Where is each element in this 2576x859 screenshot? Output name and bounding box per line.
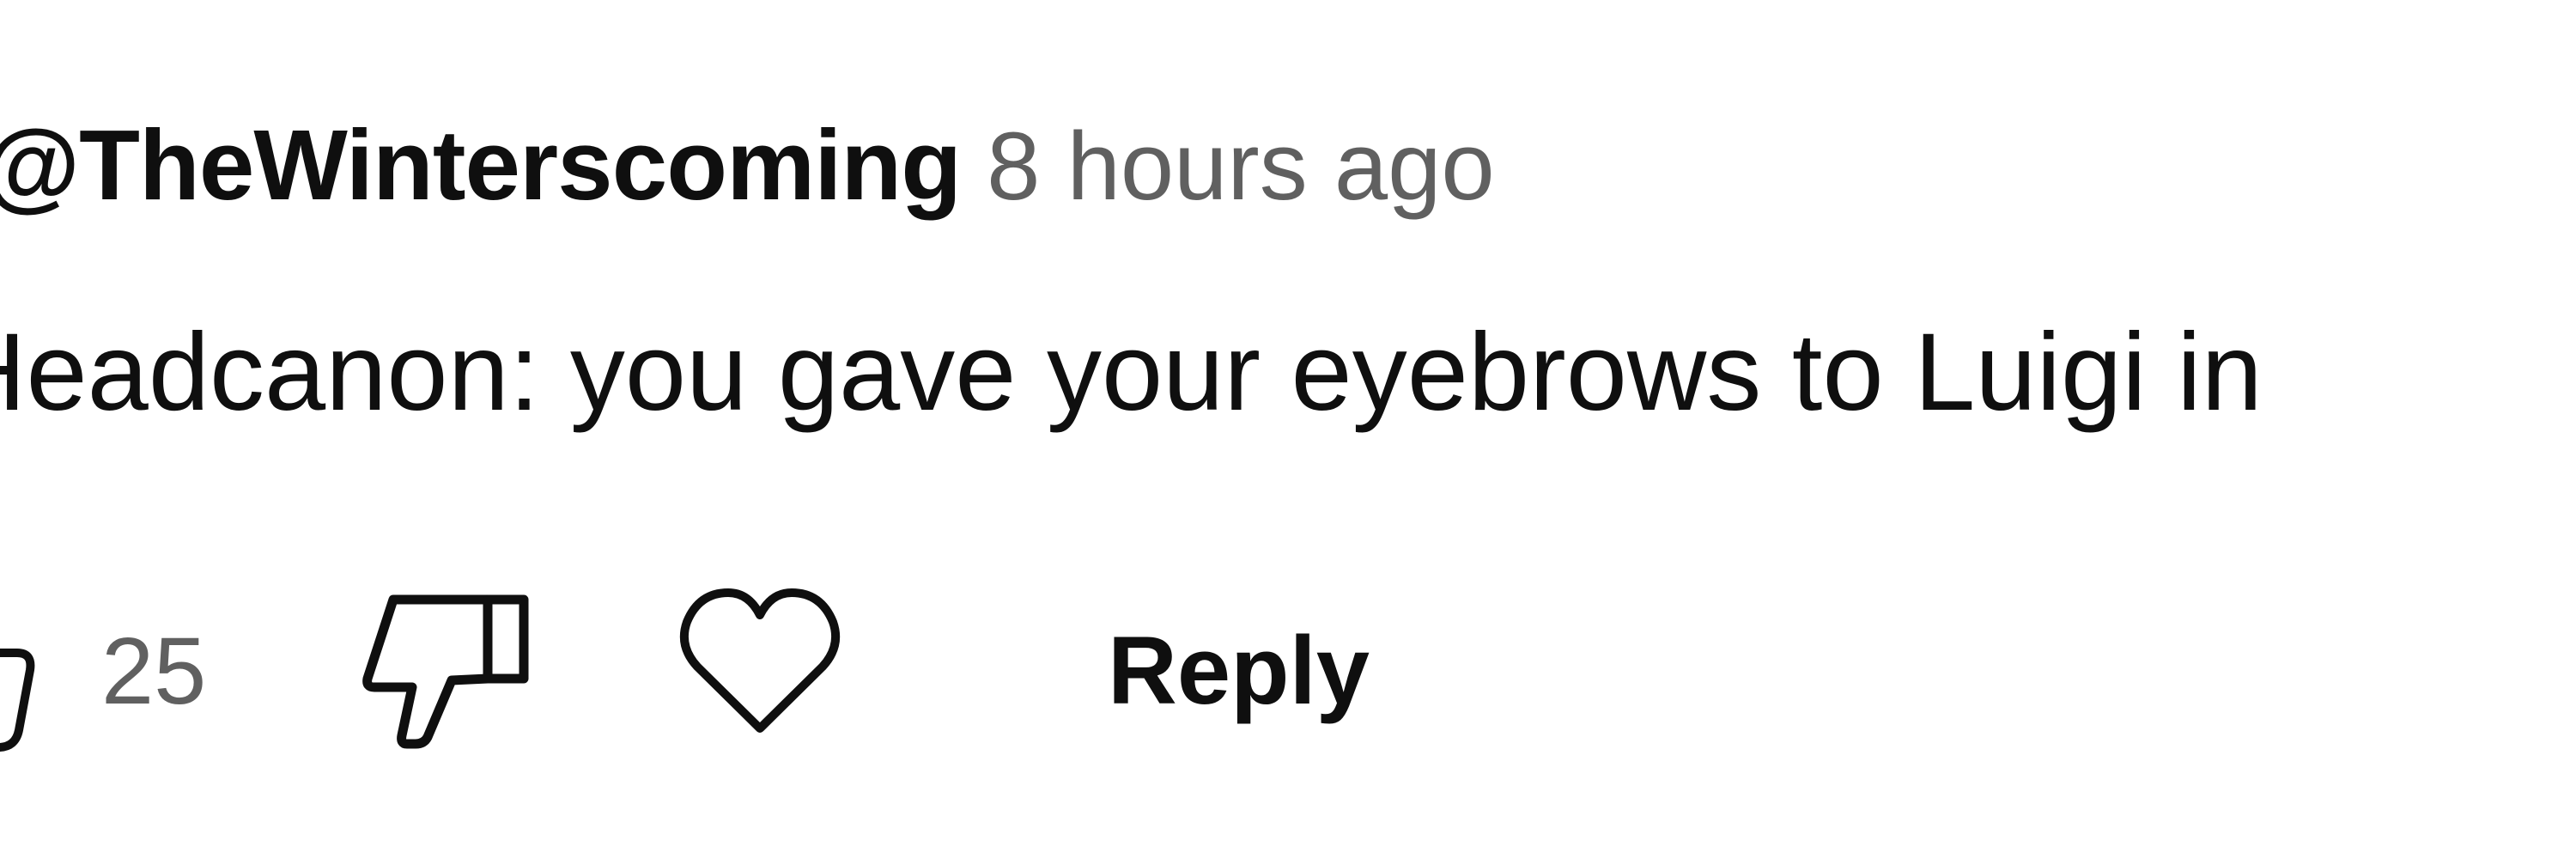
like-count: 25 <box>101 618 207 724</box>
reply-button[interactable]: Reply <box>1108 615 1370 726</box>
comment-author[interactable]: @TheWinterscoming <box>0 107 962 222</box>
comment-actions: 25 Reply <box>0 584 2576 756</box>
comment-text: Headcanon: you gave your eyebrows to Lui… <box>0 311 2263 434</box>
comment-header: @TheWinterscoming 8 hours ago <box>0 107 1512 222</box>
thumbs-down-icon[interactable] <box>359 584 539 756</box>
comment: @TheWinterscoming 8 hours ago Headcanon:… <box>0 0 2576 859</box>
thumbs-up-icon[interactable] <box>0 601 43 756</box>
comment-timestamp[interactable]: 8 hours ago <box>987 111 1495 222</box>
heart-icon[interactable] <box>678 584 841 739</box>
